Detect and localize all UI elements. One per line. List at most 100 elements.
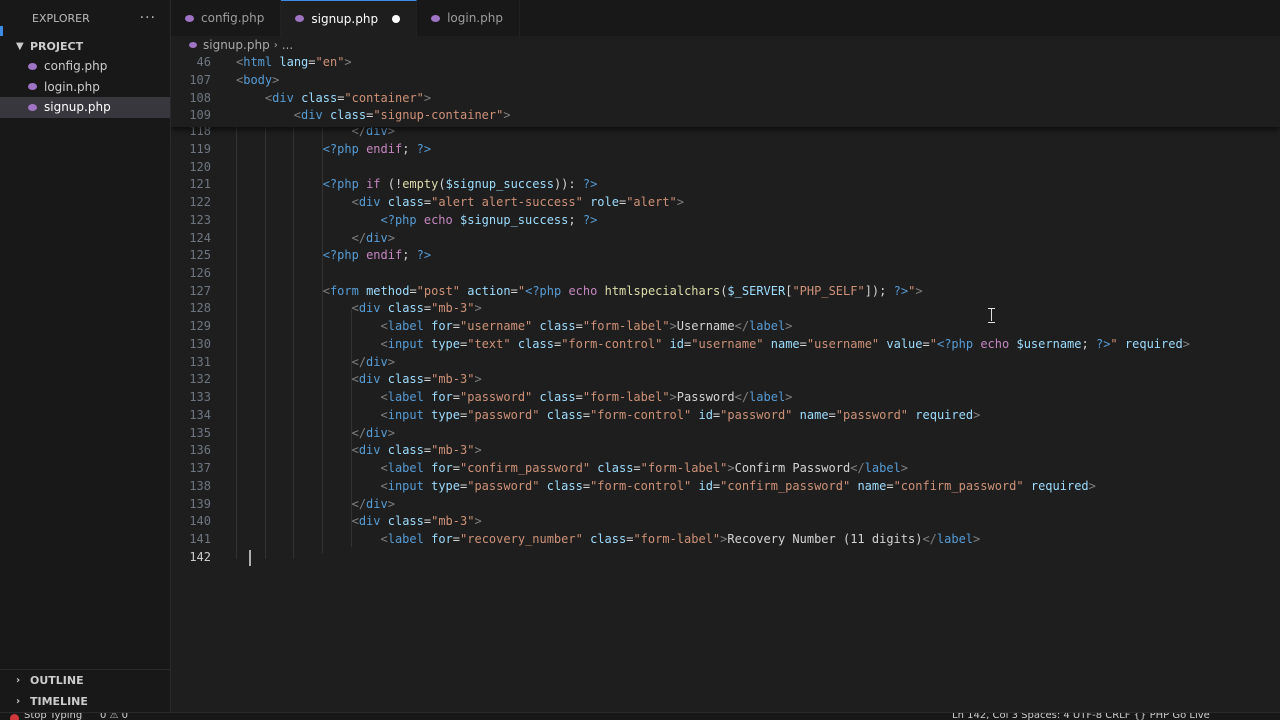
code-text: <div class="mb-3">: [351, 443, 482, 457]
code-text: <?php endif; ?>: [322, 142, 432, 156]
project-section-header[interactable]: ▼ PROJECT: [0, 36, 170, 56]
breadcrumb-file[interactable]: signup.php: [203, 38, 270, 52]
code-text: <div class="signup-container">: [293, 108, 511, 123]
code-editor[interactable]: 46 <html lang="en"> 107 <body> 108 <div cl…: [171, 54, 1280, 712]
chevron-right-icon: ›: [273, 39, 278, 51]
code-text: <label for="recovery_number" class="form…: [380, 532, 981, 546]
breadcrumb-rest[interactable]: ...: [282, 38, 293, 52]
sidebar-bottom-panels: › OUTLINE › TIMELINE: [0, 669, 170, 712]
code-text: <input type="text" class="form-control" …: [380, 337, 1190, 351]
explorer-sidebar: EXPLORER ··· ▼ PROJECT config.php login.…: [0, 0, 171, 712]
code-text: <html lang="en">: [236, 55, 352, 69]
line-number: 124: [189, 231, 211, 245]
timeline-section-header[interactable]: › TIMELINE: [0, 691, 170, 712]
stop-typing-icon[interactable]: [10, 714, 19, 720]
code-text: <input type="password" class="form-contr…: [380, 408, 981, 422]
code-text: <label for="password" class="form-label"…: [380, 390, 793, 404]
file-label: signup.php: [44, 100, 111, 115]
tab-signup[interactable]: signup.php: [281, 0, 418, 36]
file-label: config.php: [44, 59, 108, 74]
sticky-scroll-header[interactable]: 46 <html lang="en"> 107 <body> 108 <div cl…: [171, 54, 1280, 127]
line-number: 119: [189, 142, 211, 156]
mouse-ibeam-cursor-icon: [988, 308, 995, 323]
line-number: 141: [189, 532, 211, 546]
line-number: 136: [189, 443, 211, 457]
code-text: <form method="post" action="<?php echo h…: [322, 284, 923, 298]
code-text: <body>: [236, 72, 280, 87]
chevron-right-icon: ›: [16, 675, 21, 686]
sidebar-file-config[interactable]: config.php: [0, 56, 170, 77]
explorer-header: EXPLORER ···: [0, 0, 170, 36]
editor-tab-bar: config.php signup.php login.php: [171, 0, 1280, 36]
line-number: 125: [189, 248, 211, 262]
line-number: 127: [189, 284, 211, 298]
line-number: 137: [189, 461, 211, 475]
php-file-icon: [295, 15, 305, 22]
code-text: </div>: [351, 355, 395, 369]
code-text: <?php echo $signup_success; ?>: [380, 213, 598, 227]
code-text: </div>: [351, 231, 395, 245]
line-number: 107: [189, 72, 211, 87]
tab-config[interactable]: config.php: [171, 0, 282, 36]
status-right[interactable]: Ln 142, Col 3 Spaces: 4 UTF-8 CRLF {} PH…: [952, 713, 1210, 720]
line-number: 122: [189, 195, 211, 209]
project-label: PROJECT: [30, 39, 84, 53]
timeline-label: TIMELINE: [30, 695, 88, 708]
code-text: <div class="alert alert-success" role="a…: [351, 195, 685, 209]
unsaved-dot-icon[interactable]: [392, 14, 401, 23]
line-number: 126: [189, 266, 211, 280]
tab-label: config.php: [201, 11, 265, 25]
code-text: <div class="mb-3">: [351, 372, 482, 386]
line-number: 132: [189, 372, 211, 386]
line-number: 109: [189, 108, 211, 123]
line-number: 121: [189, 177, 211, 191]
tab-label: login.php: [447, 11, 503, 25]
line-number: 134: [189, 408, 211, 422]
line-number: 140: [189, 514, 211, 528]
code-text: <?php endif; ?>: [322, 248, 432, 262]
php-file-icon: [28, 103, 37, 111]
activity-indicator: [0, 26, 3, 36]
line-number: 139: [189, 497, 211, 511]
text-cursor: [249, 550, 251, 566]
outline-label: OUTLINE: [30, 674, 84, 687]
line-number: 108: [189, 90, 211, 105]
php-file-icon: [28, 62, 37, 70]
breadcrumb: signup.php › ...: [171, 36, 1280, 54]
outline-section-header[interactable]: › OUTLINE: [0, 670, 170, 691]
tab-login[interactable]: login.php: [417, 0, 520, 36]
code-text: </div>: [351, 426, 395, 440]
php-file-icon: [185, 14, 194, 22]
sidebar-file-login[interactable]: login.php: [0, 77, 170, 98]
code-text: <div class="mb-3">: [351, 514, 482, 528]
php-file-icon: [28, 83, 37, 91]
status-left[interactable]: Stop Typing: [24, 713, 82, 720]
sidebar-file-signup[interactable]: signup.php: [0, 97, 170, 118]
code-text: <?php if (!empty($signup_success)): ?>: [322, 177, 598, 191]
line-number: 130: [189, 337, 211, 351]
line-number: 128: [189, 301, 211, 315]
line-number: 131: [189, 355, 211, 369]
tab-label: signup.php: [311, 11, 379, 26]
line-number: 142: [189, 550, 211, 564]
line-number: 46: [196, 55, 211, 69]
status-problems[interactable]: 0 ⚠ 0: [100, 713, 128, 720]
line-number: 135: [189, 426, 211, 440]
chevron-right-icon: ›: [16, 696, 21, 707]
line-number: 123: [189, 213, 211, 227]
file-label: login.php: [44, 79, 100, 94]
explorer-title: EXPLORER: [32, 11, 90, 25]
php-file-icon: [189, 42, 197, 48]
php-file-icon: [431, 14, 441, 22]
code-text: </div>: [351, 497, 395, 511]
code-text: <label for="username" class="form-label"…: [380, 319, 793, 333]
chevron-down-icon: ▼: [16, 40, 24, 52]
ellipsis-icon[interactable]: ···: [140, 10, 156, 26]
code-text: <div class="mb-3">: [351, 301, 482, 315]
code-text: <label for="confirm_password" class="for…: [380, 461, 909, 475]
status-bar: Stop Typing 0 ⚠ 0 Ln 142, Col 3 Spaces: …: [0, 712, 1280, 720]
line-number: 120: [189, 160, 211, 174]
code-text: <input type="password" class="form-contr…: [380, 479, 1096, 493]
line-number: 129: [189, 319, 211, 333]
line-number: 138: [189, 479, 211, 493]
